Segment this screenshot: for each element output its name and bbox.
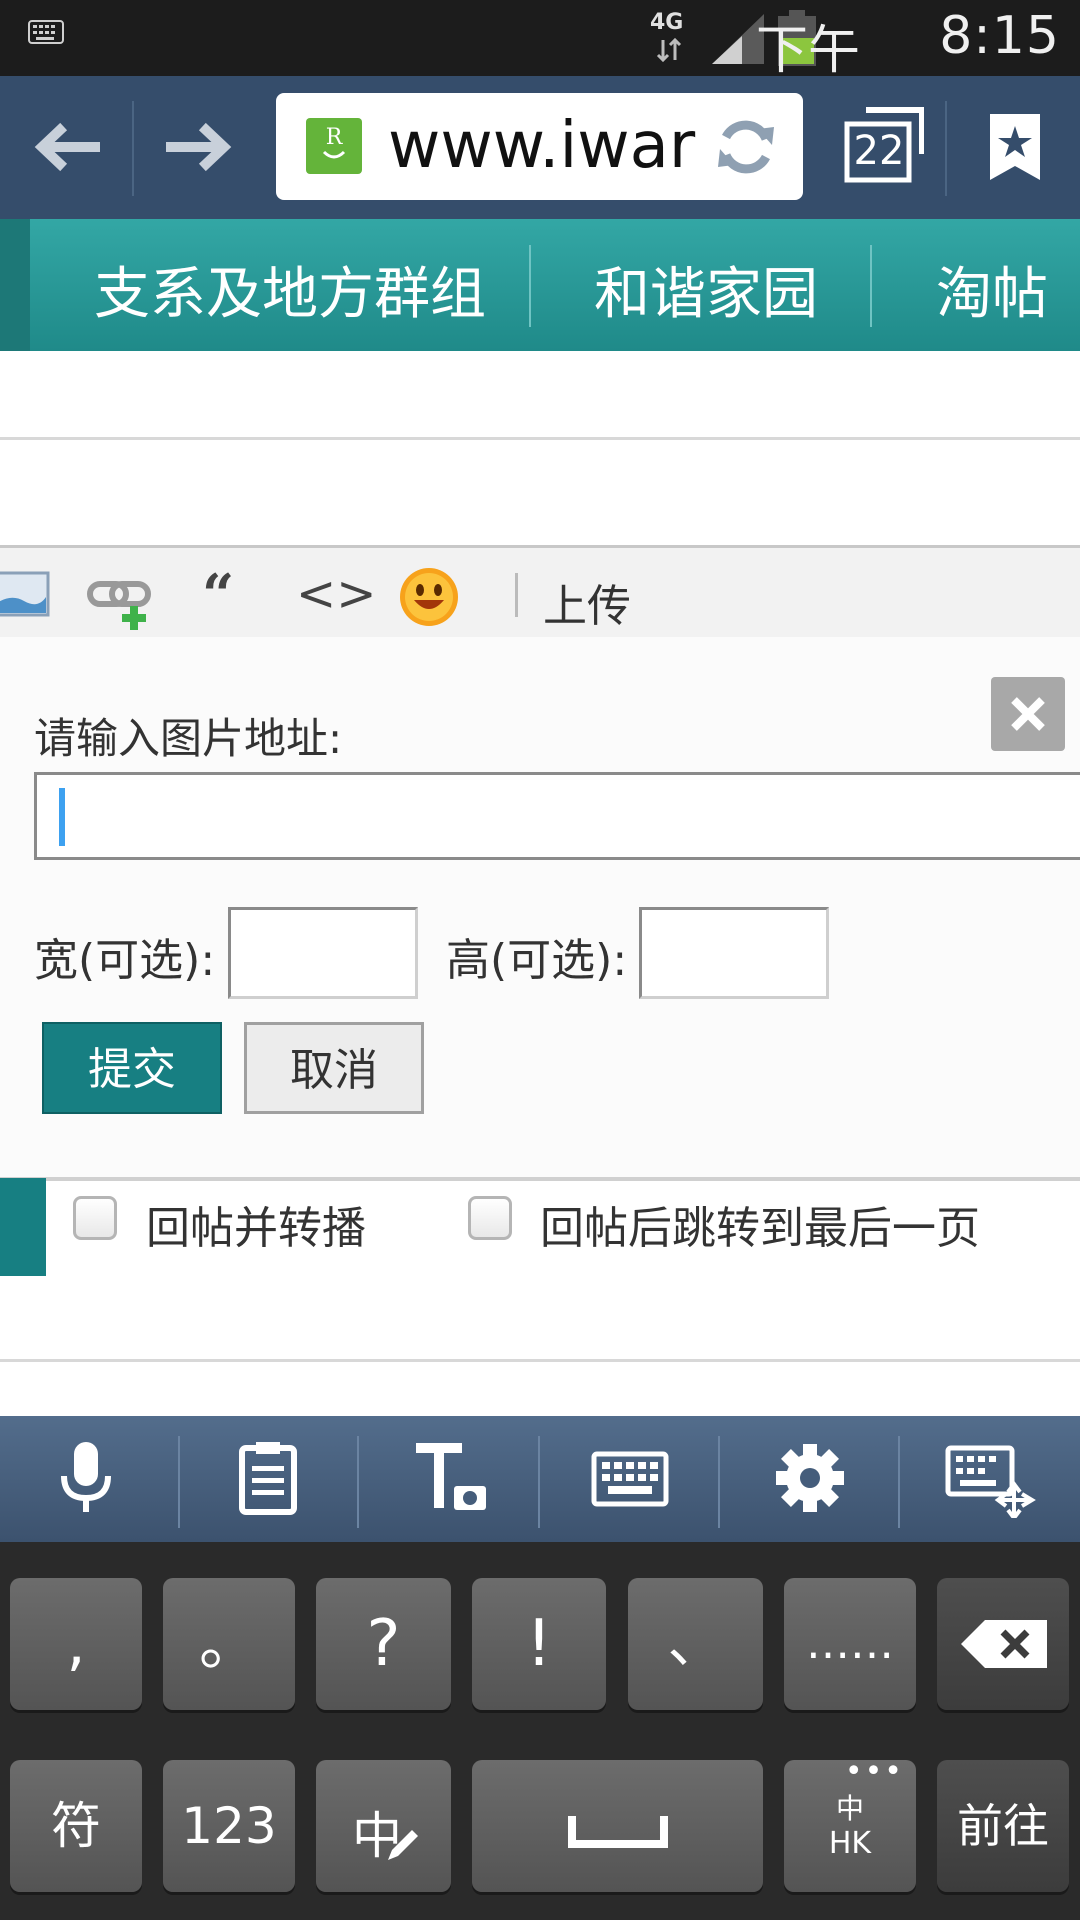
repost-label: 回帖并转播: [146, 1203, 366, 1254]
nav-left-edge: [0, 219, 30, 351]
back-arrow-icon[interactable]: [30, 122, 100, 172]
quote-icon[interactable]: “: [202, 562, 234, 628]
url-text[interactable]: www.iwar: [388, 109, 713, 183]
status-bar: 4G 下午 8:15: [0, 0, 1080, 81]
forward-arrow-icon[interactable]: [166, 122, 236, 172]
text-ocr-icon[interactable]: [410, 1438, 490, 1518]
image-url-input[interactable]: [34, 772, 1080, 860]
code-icon[interactable]: <>: [296, 566, 376, 622]
data-transfer-icon: [656, 38, 682, 62]
repost-checkbox[interactable]: [73, 1196, 117, 1240]
link-icon[interactable]: [86, 578, 156, 632]
microphone-icon[interactable]: [46, 1438, 126, 1518]
clipboard-icon[interactable]: [228, 1438, 308, 1518]
nav-item-groups[interactable]: 支系及地方群组: [94, 249, 486, 330]
bookmark-icon[interactable]: [988, 112, 1042, 182]
key-enumeration-comma[interactable]: 、: [628, 1578, 763, 1710]
smiley-icon[interactable]: [398, 566, 460, 628]
lang-bottom: HK: [828, 1826, 872, 1861]
height-input[interactable]: [639, 907, 829, 999]
toolbar-separator: [515, 573, 518, 617]
dialog-title: 请输入图片地址:: [34, 714, 343, 763]
more-dots-icon: •••: [844, 1754, 904, 1789]
upload-button[interactable]: 上传: [543, 570, 631, 634]
keyboard-toolbar: [0, 1416, 1080, 1542]
backspace-key[interactable]: [937, 1578, 1069, 1710]
nav-item-taotie[interactable]: 淘帖: [936, 249, 1048, 330]
space-key[interactable]: [472, 1760, 763, 1892]
address-bar[interactable]: R www.iwar: [276, 93, 803, 200]
jump-last-label: 回帖后跳转到最后一页: [540, 1203, 980, 1254]
width-label: 宽(可选):: [34, 935, 216, 986]
keyboard-icon[interactable]: [590, 1438, 670, 1518]
close-button[interactable]: [991, 677, 1065, 751]
nav-item-harmony-home[interactable]: 和谐家园: [594, 249, 818, 330]
key-chinese-input[interactable]: 中: [316, 1760, 451, 1892]
keyboard-status-icon: [28, 20, 64, 44]
cancel-button[interactable]: 取消: [244, 1022, 424, 1114]
key-comma[interactable]: ,: [10, 1578, 142, 1710]
divider: [0, 1359, 1080, 1362]
key-numbers[interactable]: 123: [163, 1760, 295, 1892]
jump-last-checkbox[interactable]: [468, 1196, 512, 1240]
clock: 8:15: [939, 6, 1060, 66]
settings-gear-icon[interactable]: [770, 1438, 850, 1518]
space-icon: [568, 1816, 668, 1848]
category-nav: 支系及地方群组 和谐家园 淘帖: [0, 219, 1080, 351]
browser-toolbar: R www.iwar 22: [0, 76, 1080, 219]
height-label: 高(可选):: [446, 935, 628, 986]
tabs-button[interactable]: 22: [844, 106, 924, 186]
editor-toolbar: “ <> 上传: [0, 545, 1080, 642]
insert-image-dialog: 请输入图片地址: 宽(可选): 高(可选): 提交 取消: [0, 637, 1080, 1181]
backspace-icon: [961, 1620, 1047, 1668]
reload-icon[interactable]: [714, 115, 778, 179]
time-period: 下午: [755, 21, 860, 81]
divider: [0, 437, 1080, 440]
key-go[interactable]: 前往: [937, 1760, 1069, 1892]
handwriting-pen-icon: [388, 1830, 418, 1860]
soft-keyboard: , 。 ? ! 、 …… 符 123 中 ••• 中 HK 前往: [0, 1542, 1080, 1920]
svg-text:R: R: [326, 125, 344, 150]
tab-count: 22: [853, 128, 905, 174]
key-language-switch[interactable]: ••• 中 HK: [784, 1754, 916, 1892]
key-ellipsis[interactable]: ……: [784, 1578, 916, 1710]
image-icon[interactable]: [0, 571, 50, 617]
reply-button-edge[interactable]: [0, 1178, 46, 1276]
key-exclamation[interactable]: !: [472, 1578, 606, 1710]
keyboard-resize-icon[interactable]: [944, 1438, 1040, 1518]
key-symbols[interactable]: 符: [10, 1760, 142, 1892]
submit-button[interactable]: 提交: [42, 1022, 222, 1114]
site-favicon: R: [306, 118, 362, 174]
key-period[interactable]: 。: [163, 1578, 295, 1710]
text-cursor: [59, 788, 65, 846]
close-icon: [1011, 697, 1045, 731]
key-question[interactable]: ?: [316, 1578, 451, 1710]
width-input[interactable]: [228, 907, 418, 999]
network-type: 4G: [650, 10, 684, 35]
lang-top: 中: [835, 1792, 864, 1825]
